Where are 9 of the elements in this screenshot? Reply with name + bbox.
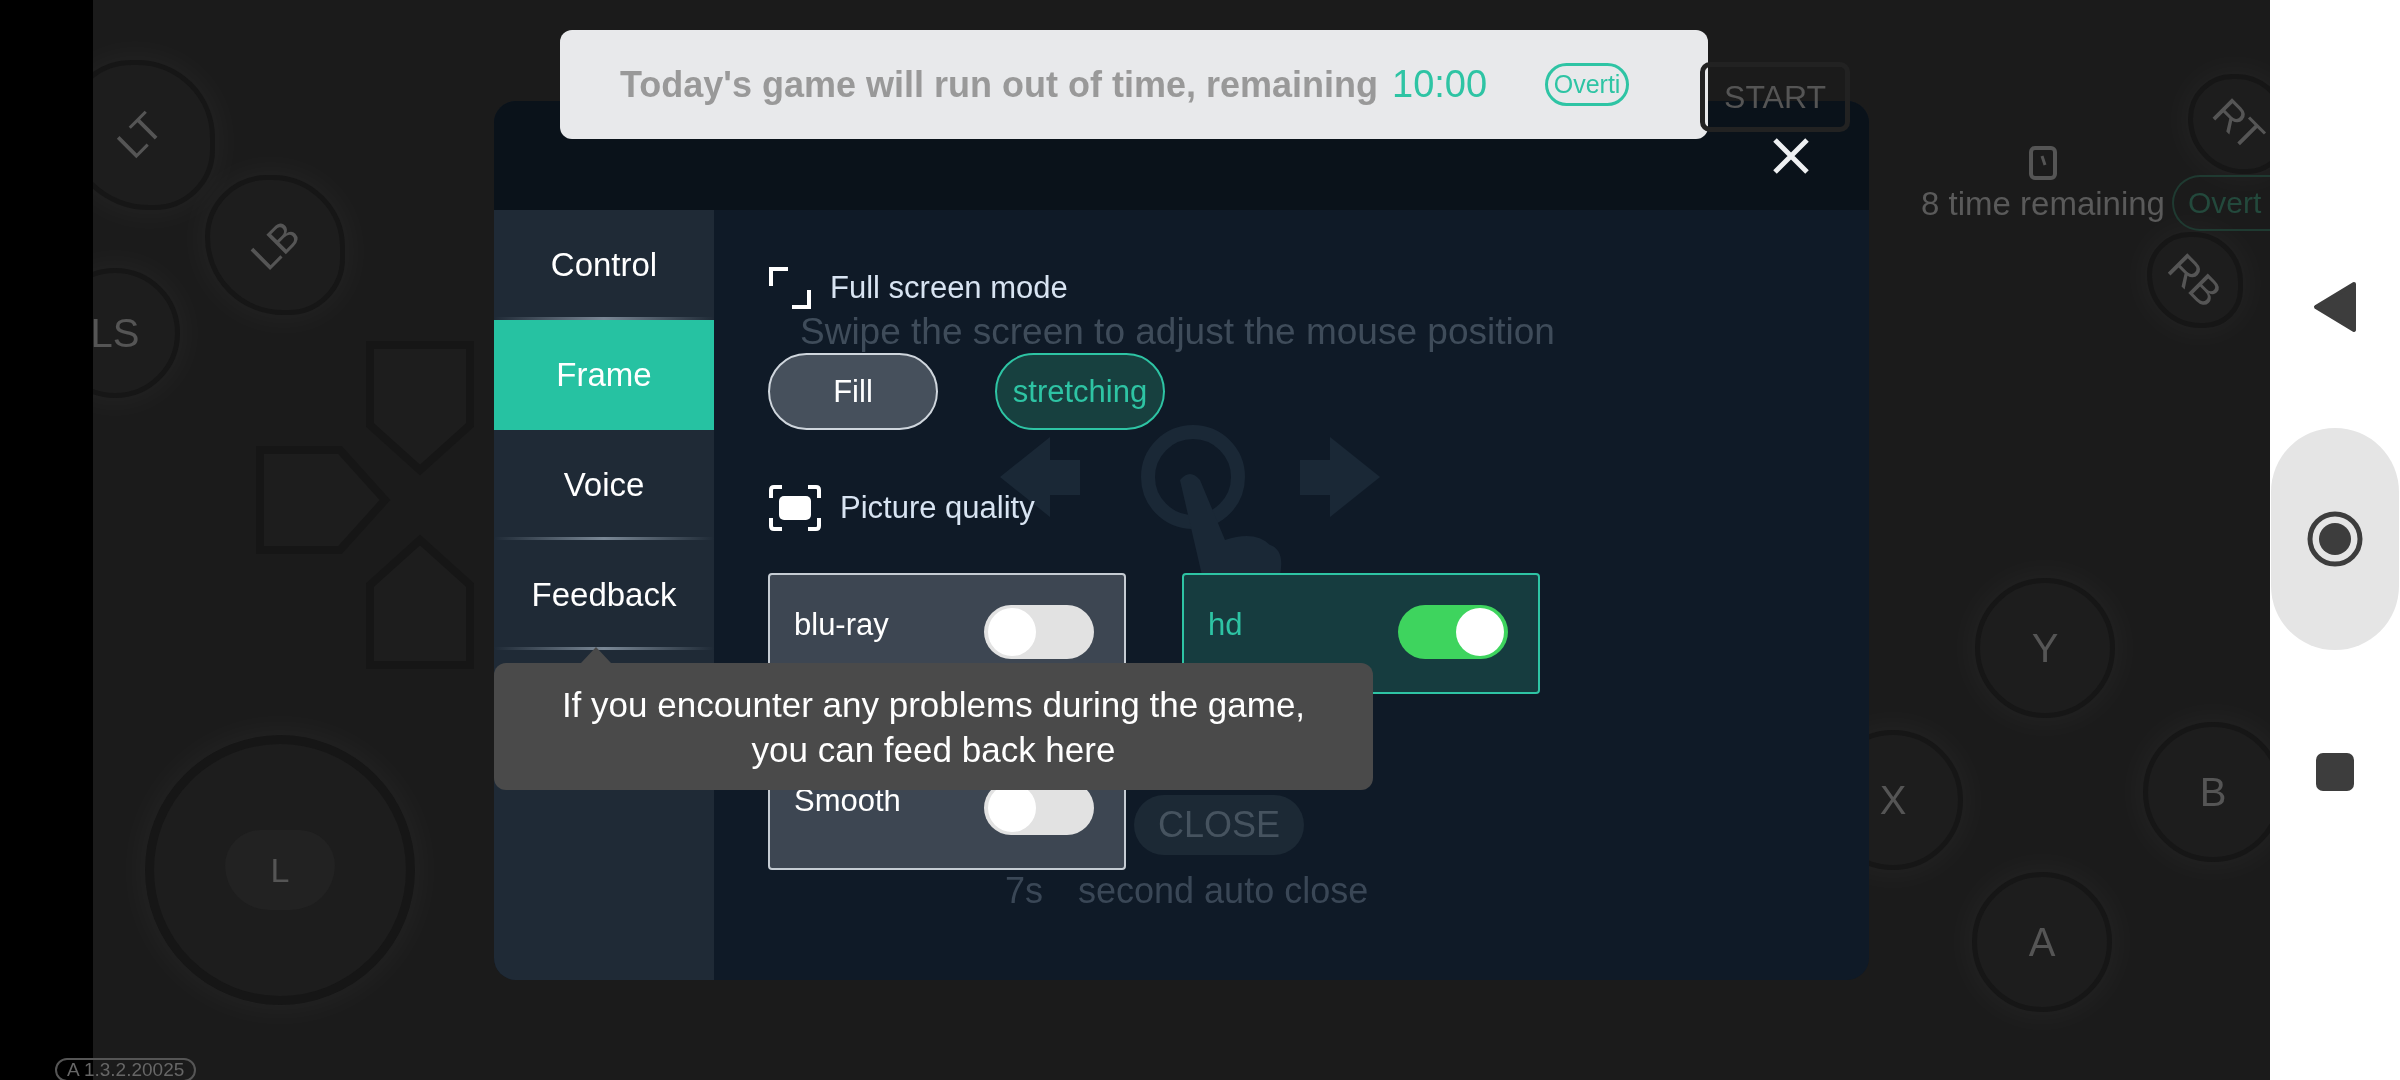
section-title: Picture quality: [840, 490, 1035, 526]
time-remaining-text: 8 time remaining: [1920, 185, 2166, 223]
notice-text: Today's game will run out of time, remaining: [620, 63, 1378, 106]
tooltip: If you encounter any problems during the game, you can feed back here: [494, 663, 1373, 790]
remaining-time: 10:00: [1392, 63, 1488, 106]
section-title: Full screen mode: [830, 270, 1068, 306]
option-label: blu-ray: [794, 606, 889, 644]
version-label: A 1.3.2.20025: [55, 1058, 197, 1080]
option-label: hd: [1208, 606, 1243, 644]
